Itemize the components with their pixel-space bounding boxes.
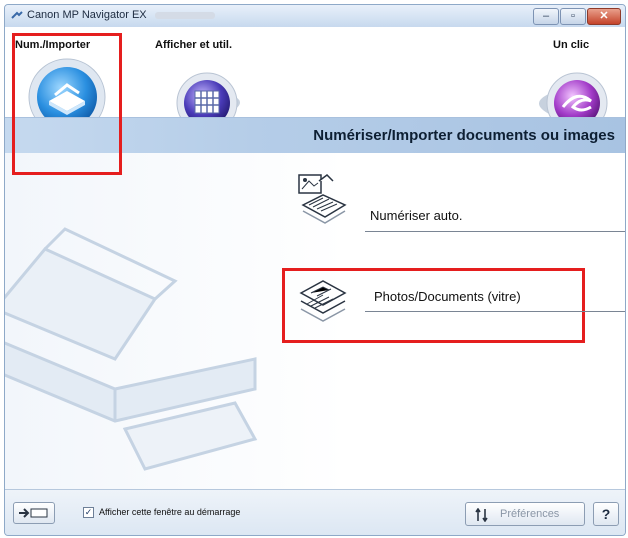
auto-scan-icon <box>298 174 347 224</box>
main-window: Canon MP Navigator EX – ▫ ✕ Num./Importe… <box>4 4 626 536</box>
close-icon: ✕ <box>599 10 609 22</box>
scanner-illustration <box>5 227 258 471</box>
startup-checkbox-label: Afficher cette fenêtre au démarrage <box>99 507 241 517</box>
item-label: Numériser auto. <box>370 208 463 223</box>
content-area: Numériser auto. Photos/Documents (vitre) <box>5 153 625 489</box>
maximize-button[interactable]: ▫ <box>560 8 586 25</box>
mode-label: Afficher et util. <box>155 39 233 51</box>
app-icon <box>11 11 23 19</box>
minimize-icon: – <box>542 10 550 22</box>
mode-label: Un clic <box>553 39 590 51</box>
help-button[interactable]: ? <box>593 502 619 526</box>
item-underline <box>365 311 625 312</box>
help-icon: ? <box>601 506 611 522</box>
window-title: Canon MP Navigator EX <box>27 9 147 21</box>
switch-arrow-icon <box>19 508 48 518</box>
preferences-label: Préférences <box>500 508 560 520</box>
close-button[interactable]: ✕ <box>587 8 621 25</box>
highlight-box-mode <box>12 33 122 175</box>
preferences-button[interactable]: Préférences <box>465 502 585 526</box>
startup-checkbox[interactable]: ✓ <box>83 507 94 518</box>
mode-toolbar: Num./Importer Afficher et util. Un clic <box>5 27 625 175</box>
title-model-redacted <box>155 12 215 19</box>
photos-documents-icon <box>299 280 347 322</box>
preferences-icon <box>475 508 488 522</box>
title-bar: Canon MP Navigator EX – ▫ ✕ <box>5 5 625 27</box>
switch-window-button[interactable] <box>13 502 55 524</box>
item-label: Photos/Documents (vitre) <box>374 289 521 304</box>
status-bar: ✓ Afficher cette fenêtre au démarrage Pr… <box>5 489 625 535</box>
minimize-button[interactable]: – <box>533 8 559 25</box>
maximize-icon: ▫ <box>571 10 575 22</box>
panel-heading: Numériser/Importer documents ou images <box>313 127 615 144</box>
item-underline <box>365 231 625 232</box>
